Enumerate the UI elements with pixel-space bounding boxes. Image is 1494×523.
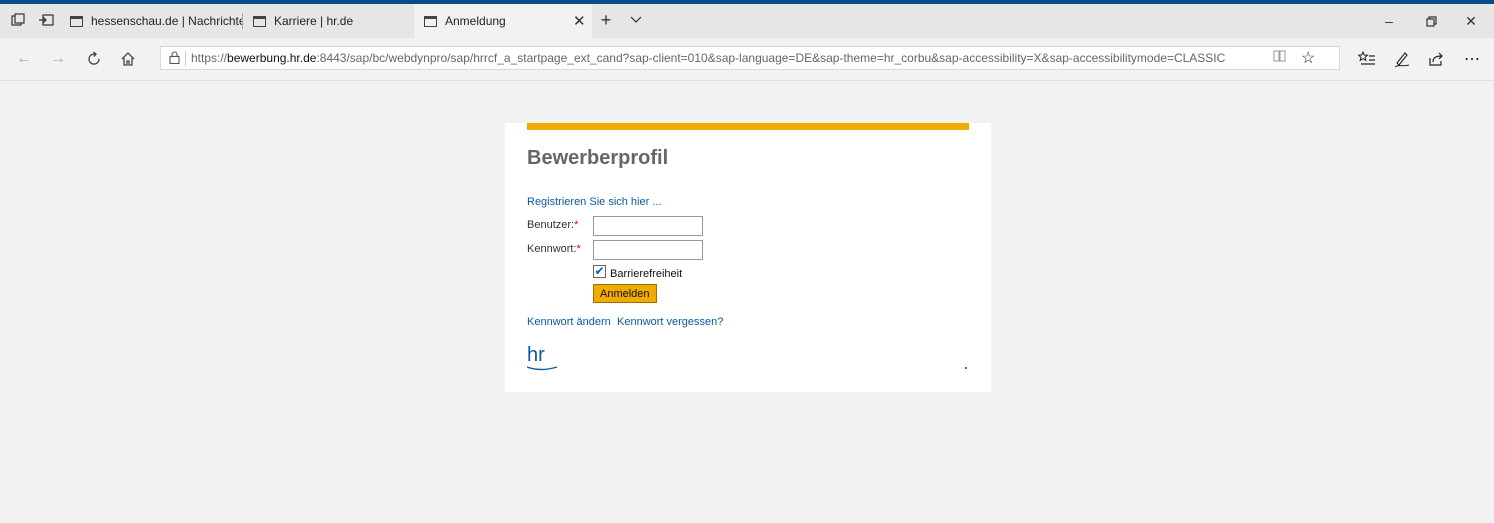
user-label: Benutzer:*	[527, 219, 579, 231]
page-title: Bewerberprofil	[527, 147, 669, 169]
forgot-password-link[interactable]: Kennwort vergessen?	[617, 316, 723, 328]
tab-label: hessenschau.de | Nachrichte	[91, 14, 242, 28]
page-icon	[424, 15, 437, 27]
close-window-icon[interactable]: ✕	[1462, 12, 1480, 30]
url-divider	[185, 51, 186, 66]
address-bar-row: ← → https://bewerbung.hr.de:8443/sap/bc/…	[0, 38, 1494, 81]
tab-anmeldung[interactable]: Anmeldung ✕	[414, 4, 592, 38]
hr-logo: hr	[527, 344, 558, 371]
home-icon[interactable]	[118, 49, 138, 69]
chevron-down-icon[interactable]	[628, 12, 644, 28]
back-arrow-icon[interactable]: ←	[14, 49, 34, 69]
change-password-link[interactable]: Kennwort ändern	[527, 316, 611, 328]
pen-icon[interactable]	[1392, 49, 1412, 69]
minimize-icon[interactable]: –	[1380, 12, 1398, 30]
login-card: Bewerberprofil Registrieren Sie sich hie…	[505, 123, 991, 392]
tab-label: Anmeldung	[445, 14, 506, 28]
restore-icon[interactable]	[1422, 12, 1440, 30]
more-icon[interactable]: ⋯	[1462, 49, 1482, 69]
url-text: https://bewerbung.hr.de:8443/sap/bc/webd…	[191, 51, 1226, 65]
tab-hessenschau[interactable]: hessenschau.de | Nachrichte	[60, 4, 242, 38]
plus-icon[interactable]: +	[598, 10, 614, 30]
brand-accent-bar	[527, 123, 969, 130]
star-icon[interactable]: ☆	[1301, 48, 1315, 68]
tab-label: Karriere | hr.de	[274, 14, 354, 28]
accessibility-checkbox[interactable]: ✔	[593, 265, 606, 278]
share-icon[interactable]	[1426, 49, 1446, 69]
user-input[interactable]	[593, 216, 703, 236]
refresh-icon[interactable]	[84, 49, 104, 69]
favorites-list-icon[interactable]	[1357, 49, 1377, 69]
accessibility-label: Barrierefreiheit	[610, 268, 683, 280]
page-icon	[70, 15, 83, 27]
tab-actions-icon[interactable]	[10, 12, 26, 28]
tab-bar: hessenschau.de | Nachrichte Karriere | h…	[0, 4, 1494, 38]
checkmark-icon: ✔	[594, 264, 605, 278]
close-icon[interactable]: ✕	[573, 12, 586, 30]
forward-arrow-icon[interactable]: →	[48, 49, 68, 69]
tab-karriere[interactable]: Karriere | hr.de	[243, 4, 413, 38]
password-label: Kennwort:*	[527, 243, 581, 255]
svg-text:hr: hr	[527, 344, 545, 366]
lock-icon[interactable]	[169, 51, 180, 67]
set-aside-tabs-icon[interactable]	[38, 12, 54, 28]
password-input[interactable]	[593, 240, 703, 260]
url-field[interactable]: https://bewerbung.hr.de:8443/sap/bc/webd…	[160, 46, 1340, 70]
footer-dot	[965, 367, 967, 369]
reading-view-icon[interactable]	[1273, 50, 1286, 65]
register-link[interactable]: Registrieren Sie sich hier ...	[527, 196, 662, 208]
page-icon	[253, 15, 266, 27]
login-button[interactable]: Anmelden	[593, 284, 657, 303]
